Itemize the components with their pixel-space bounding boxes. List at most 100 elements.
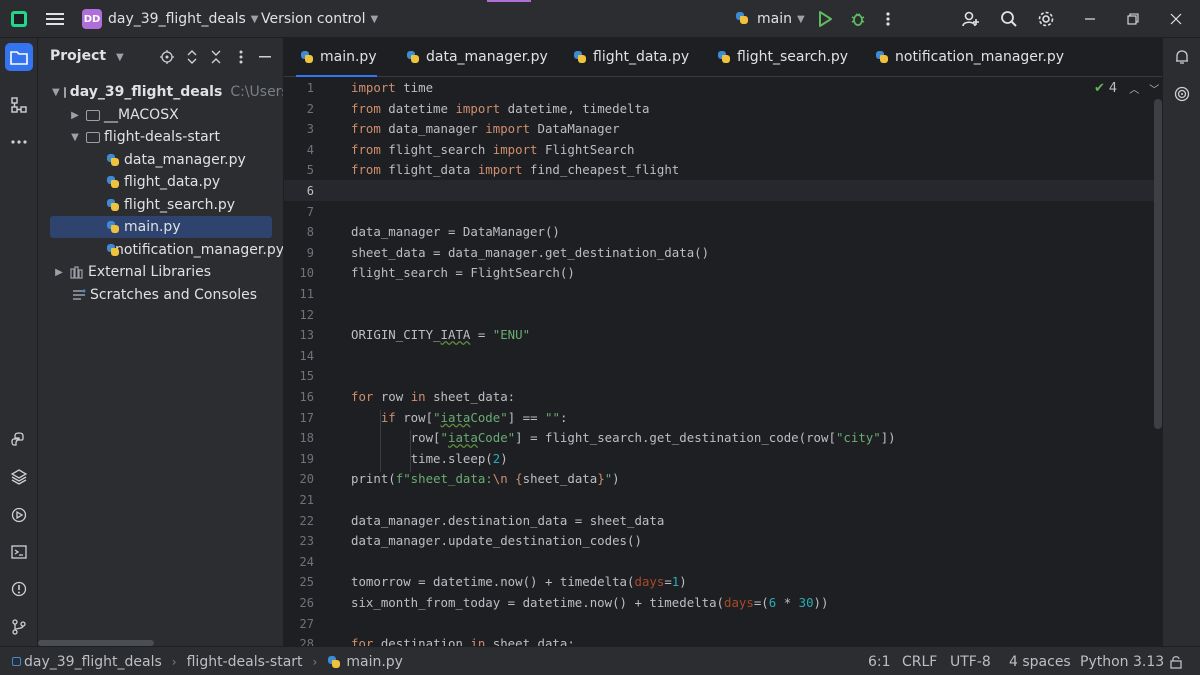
play-icon [819, 11, 832, 27]
line-number[interactable]: 15 [284, 366, 314, 387]
line-number-gutter[interactable]: 1 2 3 4 5 6 7 8 9 10 11 12 13 14 15 16 17 18 19 20 21 22 23 24 2… [284, 77, 344, 646]
tree-item-main[interactable]: main.py [50, 216, 272, 238]
collapse-all-icon[interactable] [205, 46, 227, 68]
python-console-button[interactable] [5, 426, 33, 454]
chevron-down-icon: ▼ [52, 86, 60, 98]
inspection-count: 4 [1108, 80, 1118, 96]
line-number[interactable]: 25 [284, 572, 314, 593]
main-menu-icon[interactable] [46, 0, 64, 38]
panel-options-icon[interactable] [230, 46, 252, 68]
line-number[interactable]: 22 [284, 511, 314, 532]
line-number[interactable]: 24 [284, 552, 314, 573]
inspection-widget[interactable]: ✔ 4 ︿ ﹀ [1094, 77, 1159, 99]
restore-button[interactable] [1127, 0, 1139, 38]
line-ending-selector[interactable]: CRLF [902, 647, 937, 675]
breadcrumb-item[interactable]: main.py [346, 654, 403, 670]
app-logo-icon[interactable] [11, 0, 27, 38]
line-number[interactable]: 3 [284, 119, 314, 140]
expand-all-icon[interactable] [181, 46, 203, 68]
vcs-widget[interactable]: Version control ▼ [261, 0, 378, 38]
python-packages-button[interactable] [5, 463, 33, 491]
structure-tool-button[interactable] [5, 91, 33, 119]
notifications-button[interactable] [1168, 43, 1196, 71]
line-number[interactable]: 1 [284, 78, 314, 99]
folder-icon [86, 131, 100, 143]
debug-button[interactable] [850, 0, 866, 38]
line-number[interactable]: 11 [284, 284, 314, 305]
tree-item-label: flight_data.py [124, 174, 221, 190]
line-number[interactable]: 14 [284, 346, 314, 367]
next-highlight-icon[interactable]: ﹀ [1149, 81, 1159, 96]
tab-flight-data[interactable]: flight_data.py [569, 38, 689, 76]
tab-data-manager[interactable]: data_manager.py [402, 38, 548, 76]
minimize-button[interactable] [1084, 0, 1096, 38]
editor-vertical-scrollbar[interactable] [1154, 99, 1162, 429]
project-switcher[interactable]: DD day_39_flight_deals ▼ [82, 0, 259, 38]
tree-item-notification-manager[interactable]: notification_manager.py [38, 239, 283, 261]
add-user-icon[interactable] [962, 0, 980, 38]
tree-item-data-manager[interactable]: data_manager.py [38, 149, 283, 171]
code-editor[interactable]: 1 2 3 4 5 6 7 8 9 10 11 12 13 14 15 16 17 18 19 20 21 22 23 24 2… [284, 77, 1162, 646]
tab-notification-manager[interactable]: notification_manager.py [871, 38, 1064, 76]
line-number[interactable]: 2 [284, 99, 314, 120]
tab-main[interactable]: main.py [296, 38, 377, 77]
lock-icon[interactable] [1170, 647, 1182, 675]
line-number[interactable]: 26 [284, 593, 314, 614]
tab-label: notification_manager.py [895, 49, 1064, 65]
tree-item-flight-deals-start[interactable]: ▼ flight-deals-start [38, 126, 283, 148]
indent-selector[interactable]: 4 spaces [1009, 647, 1071, 675]
more-tools-button[interactable] [5, 128, 33, 156]
tree-item-flight-data[interactable]: flight_data.py [38, 171, 283, 193]
line-number[interactable]: 21 [284, 490, 314, 511]
line-number[interactable]: 10 [284, 263, 314, 284]
ai-assistant-button[interactable] [1168, 80, 1196, 108]
line-number[interactable]: 5 [284, 160, 314, 181]
line-number[interactable]: 8 [284, 222, 314, 243]
line-number[interactable]: 9 [284, 243, 314, 264]
interpreter-selector[interactable]: Python 3.13 [1080, 647, 1164, 675]
line-number[interactable]: 20 [284, 469, 314, 490]
breadcrumb-item[interactable]: day_39_flight_deals [24, 654, 162, 670]
caret-position[interactable]: 6:1 [868, 647, 891, 675]
chevron-right-icon: ▶ [55, 266, 63, 278]
breadcrumb-item[interactable]: flight-deals-start [187, 654, 303, 670]
project-panel-title-button[interactable]: Project ▼ [50, 48, 124, 64]
run-button[interactable] [818, 0, 832, 38]
line-number[interactable]: 19 [284, 449, 314, 470]
line-number[interactable]: 13 [284, 325, 314, 346]
tree-item-root[interactable]: ▼ day_39_flight_deals C:\Users\ [38, 81, 283, 103]
settings-gear-icon[interactable] [1037, 0, 1055, 38]
tree-item-flight-search[interactable]: flight_search.py [38, 194, 283, 216]
tab-flight-search[interactable]: flight_search.py [713, 38, 848, 76]
line-number[interactable]: 18 [284, 428, 314, 449]
code-line: sheet_data = data_manager.get_destinatio… [351, 244, 710, 260]
code-line: data_manager.update_destination_codes() [351, 533, 642, 549]
previous-highlight-icon[interactable]: ︿ [1129, 81, 1139, 96]
line-number[interactable]: 23 [284, 531, 314, 552]
version-control-button[interactable] [5, 613, 33, 641]
more-actions-icon[interactable] [886, 0, 890, 38]
line-number[interactable]: 4 [284, 140, 314, 161]
line-number[interactable]: 17 [284, 408, 314, 429]
chevron-down-icon: ▼ [370, 13, 379, 25]
run-config-selector[interactable]: main ▼ [735, 0, 805, 38]
services-button[interactable] [5, 501, 33, 529]
terminal-button[interactable] [5, 538, 33, 566]
locate-file-icon[interactable] [156, 46, 178, 68]
hide-panel-icon[interactable] [254, 46, 276, 68]
problems-button[interactable] [5, 575, 33, 603]
tree-item-external-libraries[interactable]: ▶ External Libraries [38, 261, 283, 283]
line-number[interactable]: 28 [284, 634, 314, 646]
tree-item-scratches[interactable]: Scratches and Consoles [38, 284, 283, 306]
line-number[interactable]: 27 [284, 614, 314, 635]
project-tool-button[interactable] [5, 43, 33, 71]
line-number[interactable]: 16 [284, 387, 314, 408]
line-number[interactable]: 6 [284, 181, 314, 202]
tree-item-macosx[interactable]: ▶ __MACOSX [38, 104, 283, 126]
search-icon[interactable] [1000, 0, 1018, 38]
close-button[interactable] [1170, 0, 1182, 38]
line-number[interactable]: 7 [284, 202, 314, 223]
line-number[interactable]: 12 [284, 305, 314, 326]
code-line: from datetime import datetime, timedelta [351, 100, 650, 116]
encoding-selector[interactable]: UTF-8 [950, 647, 991, 675]
